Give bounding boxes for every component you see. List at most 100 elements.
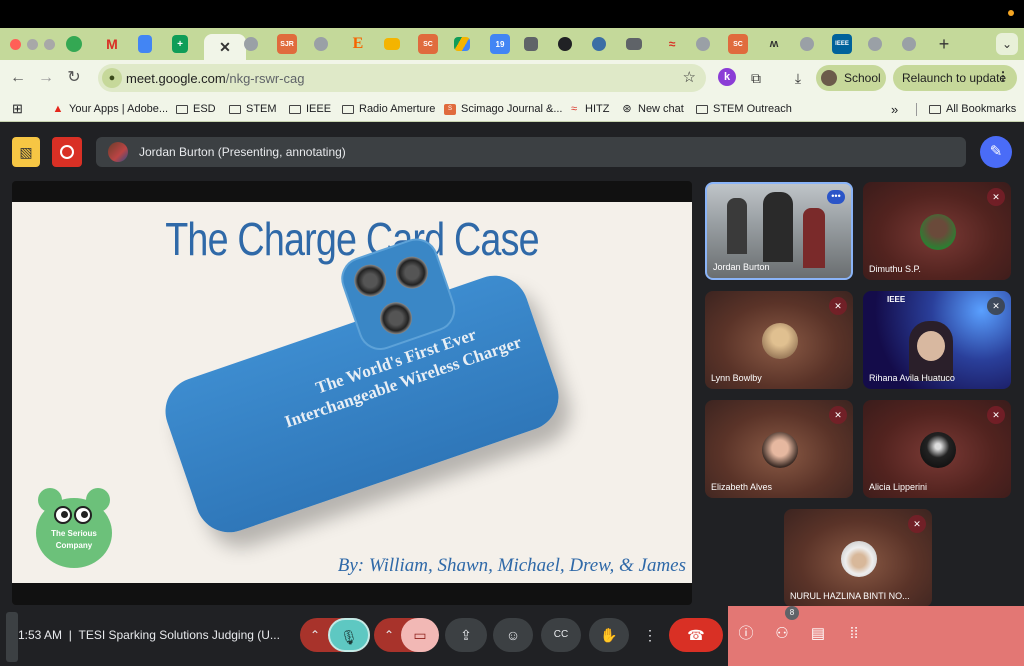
tab-whatsapp[interactable] [66,36,82,52]
reload-button[interactable]: ↻ [64,68,84,88]
bookmark-label: Radio Amerture [359,103,436,115]
people-icon[interactable]: ⚇ [772,624,792,644]
tab-sc-2[interactable]: SC [728,34,748,54]
bookmark-adobe[interactable]: ▲ Your Apps | Adobe... [52,101,169,117]
tab-generic-4[interactable] [592,37,606,51]
present-screen-button[interactable]: ⇪ [445,618,487,652]
muted-mic-icon: ✕ [987,406,1005,424]
bookmark-radio[interactable]: Radio Amerture [342,101,435,117]
tab-search-button[interactable]: ⌄ [996,33,1018,55]
participant-tile-nurul[interactable]: ✕ NURUL HAZLINA BINTI NO... [784,509,932,607]
tab-sheets[interactable]: + [172,35,188,53]
meeting-details-icon[interactable]: ⓘ [736,624,756,644]
sidebar-handle[interactable] [6,612,18,662]
tab-drive[interactable] [454,37,470,51]
presentation-stage: The Charge Card Case The World's First E… [12,181,692,605]
audio-options-chevron-icon[interactable]: ⌃ [310,618,320,652]
participant-tile-alicia[interactable]: ✕ Alicia Lipperini [863,400,1011,498]
tab-sc-1[interactable]: SC [418,34,438,54]
status-dot [1008,10,1014,16]
video-options-chevron-icon[interactable]: ⌃ [384,618,394,652]
bookmark-stem[interactable]: STEM [229,101,277,117]
more-options-button[interactable]: ⋮ [637,618,663,652]
bookmark-scimago[interactable]: S Scimago Journal &... [444,101,563,117]
logo-text: The Serious Company [34,528,114,552]
bookmark-stem-outreach[interactable]: STEM Outreach [696,101,792,117]
bookmarks-bar: ⊞ ▲ Your Apps | Adobe... ESD STEM IEEE Ra… [0,96,1024,122]
tab-hitz[interactable]: ≈ [662,34,682,54]
folder-icon [289,104,301,114]
person-silhouette [803,208,825,268]
person-silhouette [763,192,793,262]
participant-tile-elizabeth[interactable]: ✕ Elizabeth Alves [705,400,853,498]
tab-calendar[interactable]: 19 [490,34,510,54]
all-bookmarks-button[interactable]: All Bookmarks [929,101,1016,117]
participant-tile-jordan[interactable]: ••• Jordan Burton [705,182,853,280]
tab-ieee[interactable]: IEEE [832,34,852,54]
forward-button[interactable]: → [36,68,56,88]
captions-button[interactable]: CC [541,618,581,652]
tab-generic-8[interactable] [800,37,814,51]
phone-case-image: The World's First Ever Interchangeable W… [156,232,568,542]
meeting-info: 1:53 AM | TESI Sparking Solutions Judgin… [18,628,280,642]
tab-generic-7[interactable]: ʍ [764,34,784,54]
tab-slides[interactable] [384,38,400,50]
tab-generic-2[interactable] [314,37,328,51]
participant-name: Jordan Burton [713,262,770,272]
activities-icon[interactable]: ⁞⁞ [844,624,864,644]
bookmark-star-icon[interactable]: ☆ [683,68,696,86]
participant-tile-rihana[interactable]: IEEE ✕ Rihana Avila Huatuco [863,291,1011,389]
tab-generic-1[interactable] [244,37,258,51]
profile-avatar [821,70,837,86]
participant-tile-lynn[interactable]: ✕ Lynn Bowlby [705,291,853,389]
annotate-pen-button[interactable]: ✎ [980,136,1012,168]
logo-line1: The Serious [51,529,97,538]
tab-sjr[interactable]: SJR [277,34,297,54]
tab-etsy[interactable]: E [348,34,368,54]
close-window-button[interactable] [10,39,21,50]
profile-button[interactable]: School [816,65,886,91]
tab-generic-6[interactable] [696,37,710,51]
leave-call-button[interactable]: ☎ [669,618,723,652]
recording-button[interactable] [52,137,82,167]
tab-generic-3[interactable] [524,37,538,51]
bookmark-hitz[interactable]: ≈ HITZ [568,101,609,117]
bookmark-ieee[interactable]: IEEE [289,101,331,117]
participant-tile-dimuthu[interactable]: ✕ Dimuthu S.P. [863,182,1011,280]
tab-gmail[interactable]: M [102,34,122,54]
more-options-icon[interactable]: ••• [827,190,845,204]
camera-toggle-button[interactable]: ▭ [401,618,439,652]
participant-name: Rihana Avila Huatuco [869,373,955,383]
bookmarks-overflow-button[interactable]: » [891,101,898,117]
back-button[interactable]: ← [8,68,28,88]
tab-generic-10[interactable] [902,37,916,51]
presenter-label: Jordan Burton (Presenting, annotating) [139,145,346,159]
minimize-window-button[interactable] [27,39,38,50]
chat-icon[interactable]: ▤ [808,624,828,644]
address-bar[interactable]: ● meet.google.com/nkg-rswr-cag ☆ [98,64,706,92]
participant-name: Lynn Bowlby [711,373,762,383]
bookmark-new-chat[interactable]: ⊛ New chat [621,101,683,117]
folder-icon [696,104,708,114]
profile-label: School [844,71,881,85]
extension-k-icon[interactable]: k [718,68,736,86]
download-icon[interactable]: ⤓ [788,68,808,88]
relaunch-button[interactable]: Relaunch to update ⋮ [893,65,1017,91]
emoji-reaction-button[interactable]: ☺ [493,618,533,652]
zoom-window-button[interactable] [44,39,55,50]
tab-docs[interactable] [138,35,152,53]
stop-presenting-icon[interactable]: ▧ [12,137,40,167]
extensions-puzzle-icon[interactable]: ⧉ [746,68,766,88]
tab-meet-active[interactable]: ✕ [204,34,246,60]
tab-generic-9[interactable] [868,37,882,51]
raise-hand-button[interactable]: ✋ [589,618,629,652]
presentation-slide: The Charge Card Case The World's First E… [12,202,692,583]
tab-generic-5[interactable] [626,38,642,50]
new-tab-button[interactable]: + [934,34,954,54]
folder-icon [229,104,241,114]
microphone-toggle-button[interactable]: 🎙 [328,618,370,652]
apps-grid-icon[interactable]: ⊞ [12,101,23,117]
logo-line2: Company [55,541,93,550]
bookmark-esd[interactable]: ESD [176,101,216,117]
tab-chatgpt[interactable] [558,37,572,51]
